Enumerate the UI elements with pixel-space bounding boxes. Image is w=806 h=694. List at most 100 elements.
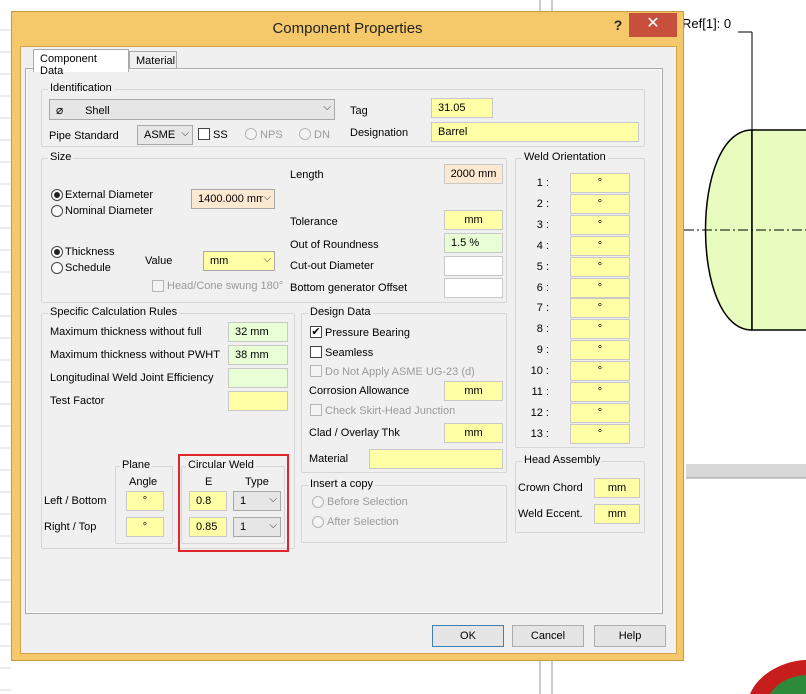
thickness-radio[interactable] [51, 246, 63, 258]
help-button[interactable]: Help [594, 625, 666, 647]
weld-orientation-input[interactable]: ° [570, 214, 630, 235]
nominal-diameter-radio[interactable] [51, 205, 63, 217]
head-cone-checkbox[interactable] [152, 280, 164, 292]
right-top-label: Right / Top [44, 521, 97, 533]
clad-input[interactable]: mm [444, 423, 503, 443]
before-selection-radio[interactable] [312, 496, 324, 508]
left-bottom-label: Left / Bottom [44, 495, 107, 507]
before-selection-label: Before Selection [327, 496, 408, 508]
weld-orientation-label: 12 : [530, 406, 549, 419]
weld-orientation-group-label: Weld Orientation [522, 151, 608, 163]
weld-orientation-input[interactable]: ° [570, 235, 630, 256]
weld-orientation-label: 4 : [536, 239, 549, 252]
drawing-reference-label: Ref[1]: 0 [682, 16, 732, 31]
tag-label: Tag [350, 105, 368, 117]
seamless-checkbox[interactable] [310, 346, 322, 358]
weld-orientation-input[interactable]: ° [570, 277, 630, 298]
dialog-title: Component Properties [272, 20, 423, 37]
check-skirt-label: Check Skirt-Head Junction [325, 405, 456, 417]
corrosion-label: Corrosion Allowance [309, 385, 410, 397]
material-label: Material [309, 453, 349, 465]
calc-rules-group-label: Specific Calculation Rules [48, 306, 180, 318]
material-input[interactable] [369, 449, 503, 469]
pressure-bearing-label: Pressure Bearing [325, 327, 410, 339]
out-of-roundness-input[interactable]: 1.5 % [444, 233, 503, 253]
weld-orientation-label: 3 : [536, 218, 549, 231]
weld-orientation-input[interactable]: ° [570, 361, 630, 382]
thickness-unit-select[interactable]: mm ⌵ [203, 251, 275, 271]
plane-group-label: Plane [120, 459, 153, 471]
weld-orientation-input[interactable]: ° [570, 382, 630, 402]
cutout-diameter-input[interactable] [444, 256, 503, 276]
weld-orientation-label: 13 : [530, 427, 549, 440]
nps-label: NPS [260, 129, 283, 141]
weld-eccent-label: Weld Eccent. [518, 508, 583, 520]
dialog-titlebar[interactable]: Component Properties ? ✕ [12, 12, 683, 46]
max-thk-full-input[interactable]: 32 mm [228, 322, 288, 342]
ok-button[interactable]: OK [432, 625, 504, 647]
seamless-label: Seamless [325, 347, 374, 359]
tag-input[interactable]: 31.05 [431, 98, 493, 118]
cancel-button[interactable]: Cancel [512, 625, 584, 647]
chevron-down-icon: ⌵ [181, 128, 189, 139]
weld-orientation-input[interactable]: ° [570, 402, 630, 423]
weld-orientation-input[interactable]: ° [570, 423, 630, 444]
weld-eccent-input[interactable]: mm [594, 504, 640, 524]
component-type-select[interactable]: ⌀ Shell ⌵ [49, 99, 335, 120]
pipe-standard-select[interactable]: ASME ⌵ [137, 125, 193, 145]
dn-radio[interactable] [299, 128, 311, 140]
weld-orientation-label: 6 : [536, 281, 549, 294]
weld-orientation-input[interactable]: ° [570, 256, 630, 277]
test-factor-input[interactable] [228, 391, 288, 411]
tolerance-label: Tolerance [290, 216, 338, 228]
weld-orientation-input[interactable]: ° [570, 173, 630, 193]
weld-orientation-label: 1 : [536, 177, 549, 189]
tab-component-data[interactable]: Component Data [33, 49, 129, 77]
value-label: Value [145, 255, 173, 267]
length-label: Length [290, 169, 324, 181]
weld-orientation-input[interactable]: ° [570, 319, 630, 340]
long-weld-input[interactable] [228, 368, 288, 388]
weld-orientation-input[interactable]: ° [570, 193, 630, 214]
angle-label: Angle [129, 476, 158, 488]
check-skirt-checkbox[interactable] [310, 404, 322, 416]
head-assembly-group-label: Head Assembly [522, 454, 603, 466]
external-diameter-label: External Diameter [65, 189, 154, 201]
ss-checkbox[interactable] [198, 128, 210, 140]
nominal-diameter-label: Nominal Diameter [65, 205, 154, 217]
do-not-apply-label: Do Not Apply ASME UG-23 (d) [325, 366, 475, 378]
chevron-down-icon: ⌵ [323, 102, 331, 113]
left-angle-input[interactable]: ° [126, 491, 164, 511]
pipe-standard-value: ASME [144, 129, 176, 141]
pressure-bearing-checkbox[interactable]: ✔ [310, 326, 322, 338]
tolerance-input[interactable]: mm [444, 210, 503, 230]
after-selection-radio[interactable] [312, 516, 324, 528]
weld-orientation-input[interactable]: ° [570, 298, 630, 319]
crown-chord-input[interactable]: mm [594, 478, 640, 498]
schedule-radio[interactable] [51, 262, 63, 274]
crown-chord-label: Crown Chord [518, 482, 583, 494]
bottom-generator-label: Bottom generator Offset [290, 282, 408, 294]
bottom-generator-input[interactable] [444, 278, 503, 298]
external-diameter-radio[interactable] [51, 189, 63, 201]
nps-radio[interactable] [245, 128, 257, 140]
schedule-label: Schedule [65, 262, 111, 274]
length-input[interactable]: 2000 mm [444, 164, 503, 184]
corrosion-input[interactable]: mm [444, 381, 503, 401]
designation-input[interactable]: Barrel [431, 122, 639, 142]
insert-copy-group-label: Insert a copy [308, 478, 375, 490]
diameter-select[interactable]: 1400.000 mm ⌵ [191, 189, 275, 209]
close-button[interactable]: ✕ [629, 13, 677, 37]
designation-label: Designation [350, 127, 409, 139]
max-thk-pwht-label: Maximum thickness without PWHT [50, 349, 220, 361]
cutout-diameter-label: Cut-out Diameter [290, 260, 374, 272]
right-angle-input[interactable]: ° [126, 517, 164, 537]
max-thk-full-label: Maximum thickness without full [50, 326, 202, 338]
help-title-button[interactable]: ? [609, 17, 627, 35]
thickness-unit-value: mm [210, 255, 229, 267]
weld-orientation-label: 7 : [536, 302, 549, 315]
do-not-apply-checkbox[interactable] [310, 365, 322, 377]
max-thk-pwht-input[interactable]: 38 mm [228, 345, 288, 365]
chevron-down-icon: ⌵ [263, 254, 271, 265]
weld-orientation-input[interactable]: ° [570, 340, 630, 361]
